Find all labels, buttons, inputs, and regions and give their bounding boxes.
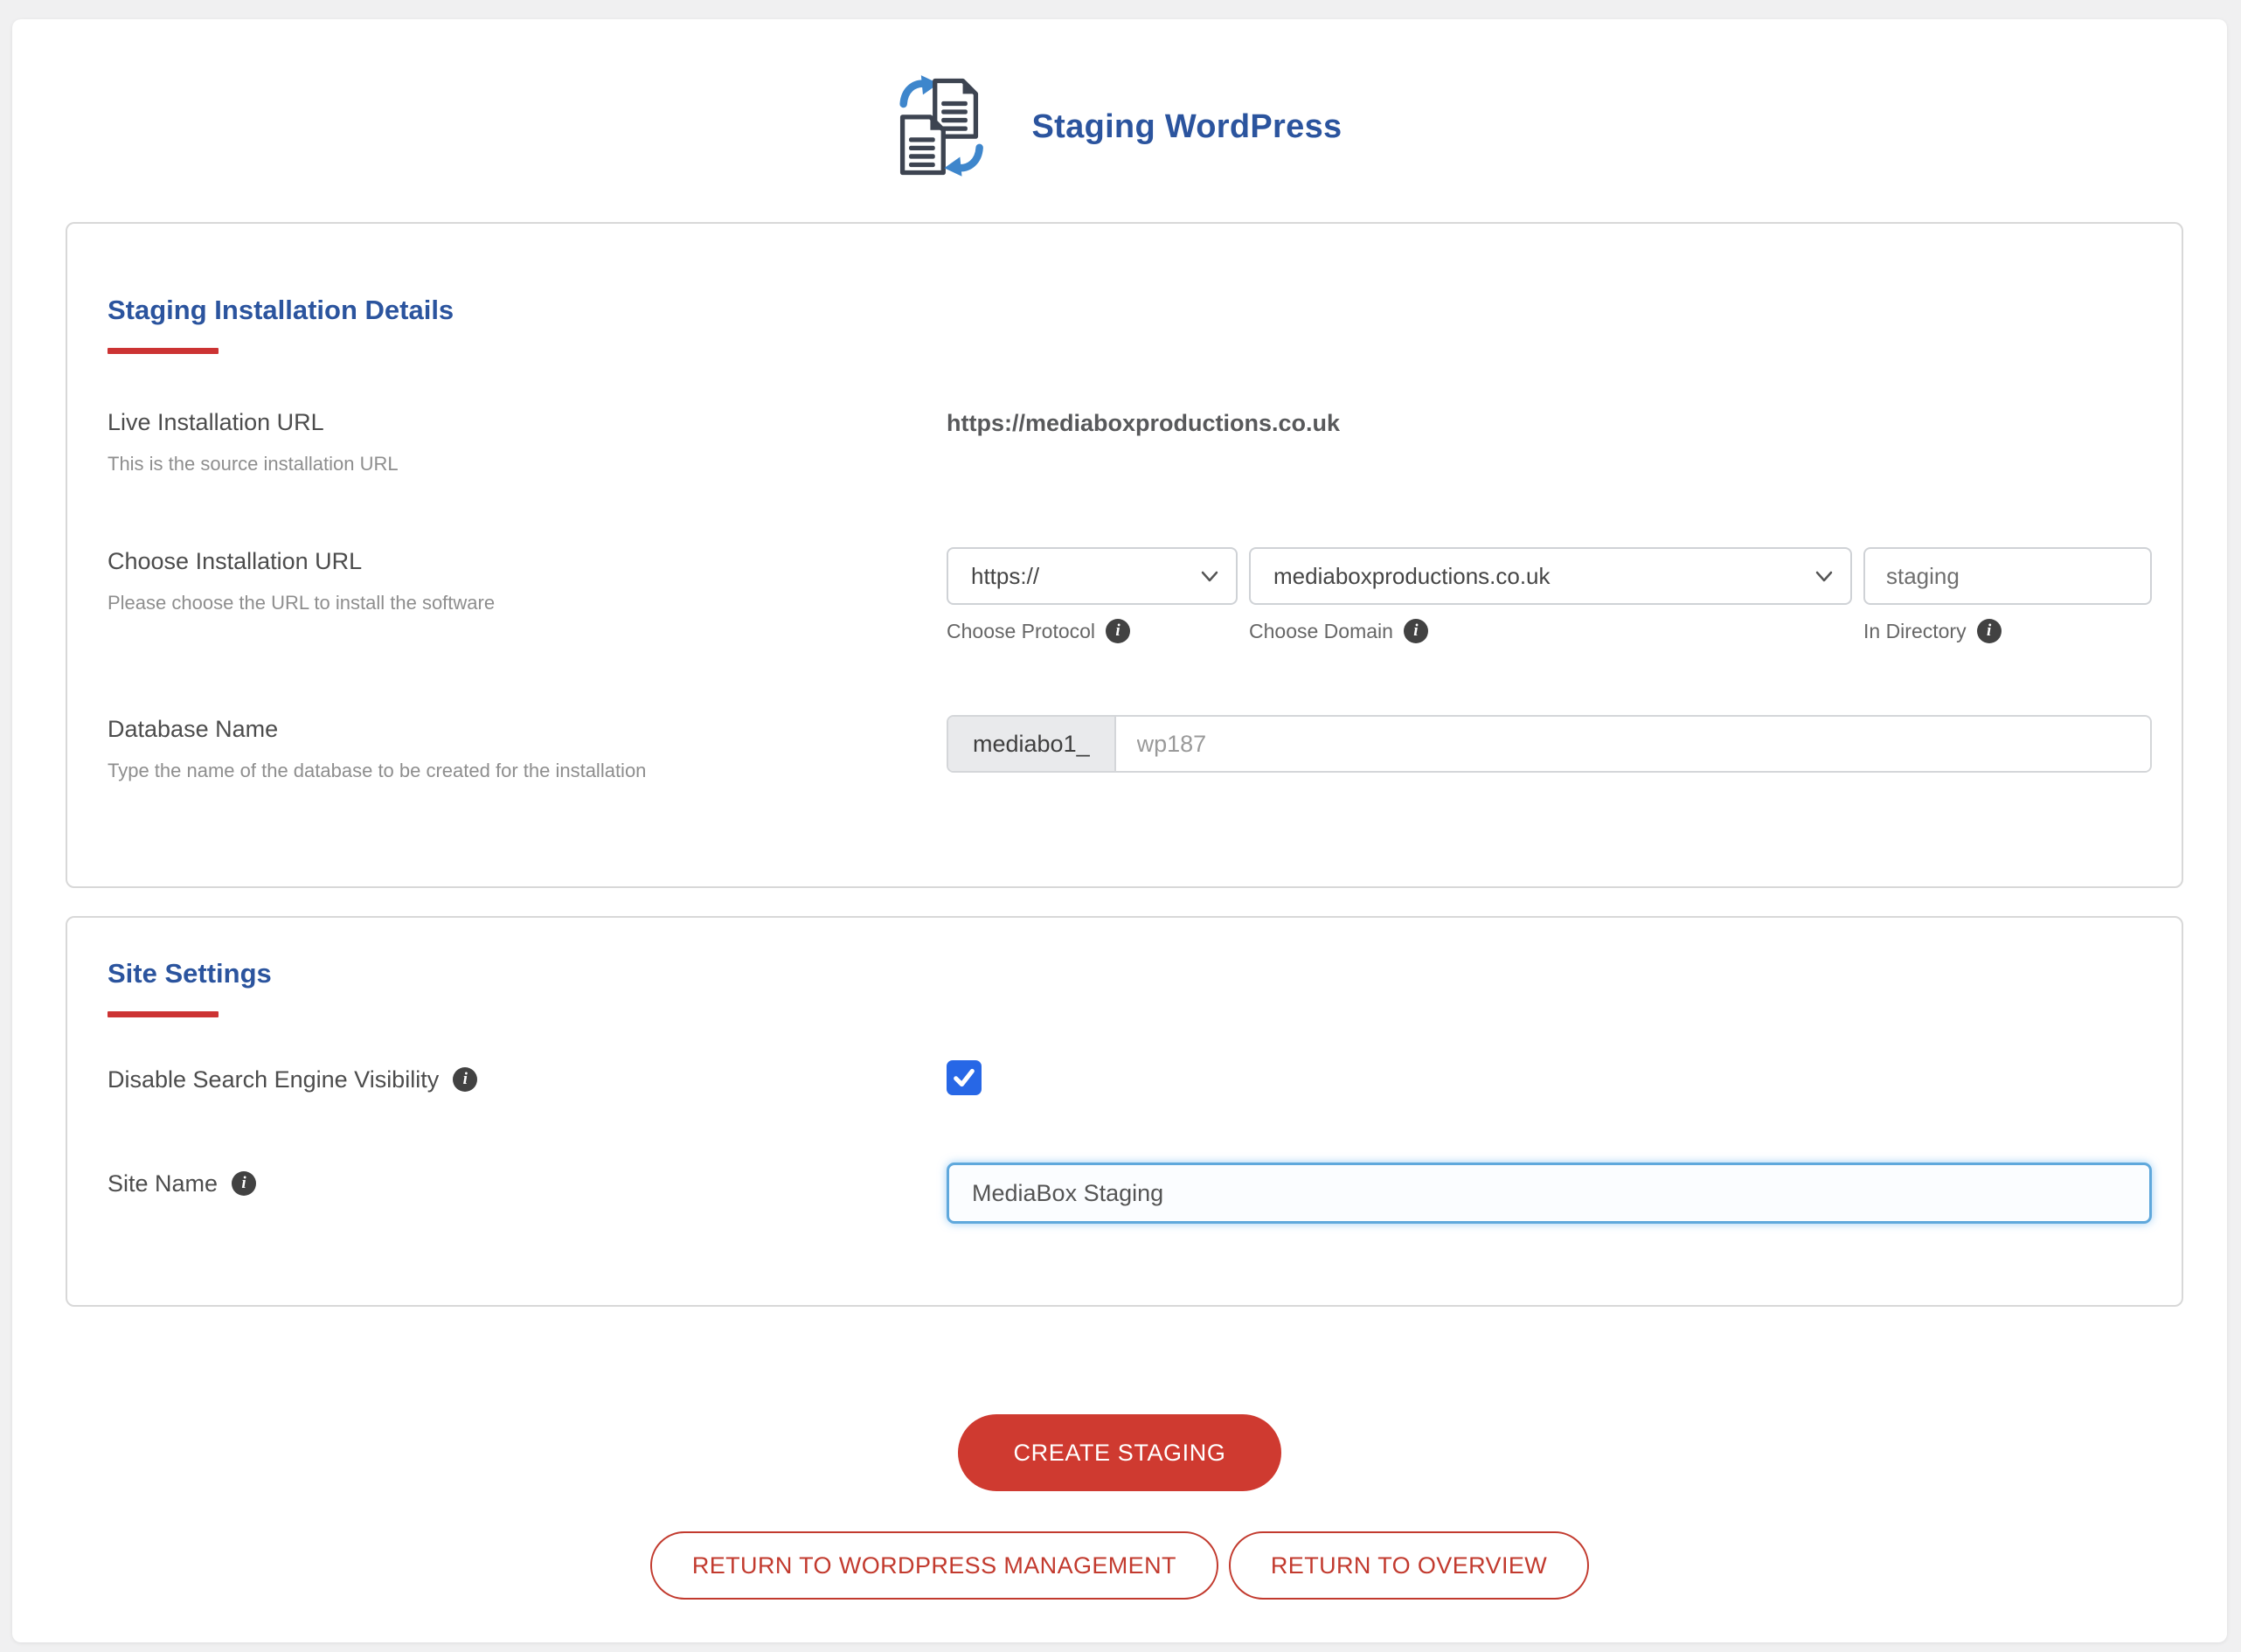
database-name-description: Type the name of the database to be crea…: [108, 759, 947, 782]
live-url-value: https://mediaboxproductions.co.uk: [947, 408, 2152, 438]
create-staging-button[interactable]: CREATE STAGING: [958, 1414, 1282, 1491]
heading-accent-line: [108, 1011, 219, 1017]
live-url-row: Live Installation URL This is the source…: [108, 408, 2152, 475]
search-visibility-row: Disable Search Engine Visibility i: [108, 1065, 2152, 1095]
return-overview-button[interactable]: RETURN TO OVERVIEW: [1229, 1531, 1589, 1600]
domain-select-value: mediaboxproductions.co.uk: [1273, 563, 1551, 590]
database-name-label: Database Name: [108, 715, 947, 743]
database-name-input[interactable]: [1116, 717, 2150, 771]
choose-url-label: Choose Installation URL: [108, 547, 947, 575]
installation-details-panel: Staging Installation Details Live Instal…: [66, 222, 2183, 888]
live-url-description: This is the source installation URL: [108, 452, 947, 475]
domain-select[interactable]: mediaboxproductions.co.uk: [1249, 547, 1852, 605]
installation-details-heading: Staging Installation Details: [108, 294, 2152, 327]
info-icon[interactable]: i: [232, 1171, 256, 1196]
live-url-label: Live Installation URL: [108, 408, 947, 436]
return-wordpress-management-button[interactable]: RETURN TO WORDPRESS MANAGEMENT: [650, 1531, 1218, 1600]
info-icon[interactable]: i: [1106, 619, 1130, 643]
protocol-select[interactable]: https://: [947, 547, 1238, 605]
site-settings-heading: Site Settings: [108, 957, 2152, 990]
search-visibility-label: Disable Search Engine Visibility i: [108, 1065, 947, 1093]
directory-sublabel-text: In Directory: [1863, 620, 1967, 643]
staging-copy-documents-icon: [898, 73, 996, 180]
check-icon: [953, 1068, 975, 1087]
info-icon[interactable]: i: [453, 1067, 477, 1092]
actions-area: CREATE STAGING RETURN TO WORDPRESS MANAG…: [12, 1414, 2227, 1600]
domain-sublabel: Choose Domain i: [1249, 619, 1852, 643]
site-name-label-text: Site Name: [108, 1170, 218, 1197]
chevron-down-icon: [1815, 571, 1833, 582]
site-name-row: Site Name i: [108, 1170, 2152, 1224]
protocol-select-value: https://: [971, 563, 1039, 590]
page-title: Staging WordPress: [1032, 108, 1343, 146]
protocol-sublabel-text: Choose Protocol: [947, 620, 1095, 643]
search-visibility-label-text: Disable Search Engine Visibility: [108, 1065, 439, 1093]
search-visibility-checkbox[interactable]: [947, 1060, 982, 1095]
database-prefix: mediabo1_: [948, 717, 1116, 771]
database-name-row: Database Name Type the name of the datab…: [108, 715, 2152, 782]
main-card: Staging WordPress Staging Installation D…: [12, 19, 2227, 1642]
site-settings-panel: Site Settings Disable Search Engine Visi…: [66, 916, 2183, 1307]
choose-url-row: Choose Installation URL Please choose th…: [108, 547, 2152, 643]
directory-sublabel: In Directory i: [1863, 619, 2152, 643]
domain-sublabel-text: Choose Domain: [1249, 620, 1393, 643]
protocol-sublabel: Choose Protocol i: [947, 619, 1238, 643]
choose-url-description: Please choose the URL to install the sof…: [108, 591, 947, 614]
database-name-input-group: mediabo1_: [947, 715, 2152, 773]
directory-input[interactable]: [1863, 547, 2152, 605]
site-name-label: Site Name i: [108, 1170, 947, 1197]
chevron-down-icon: [1201, 571, 1218, 582]
heading-accent-line: [108, 348, 219, 354]
info-icon[interactable]: i: [1404, 619, 1428, 643]
info-icon[interactable]: i: [1977, 619, 2002, 643]
page-header: Staging WordPress: [12, 19, 2227, 180]
site-name-input[interactable]: [947, 1163, 2152, 1224]
